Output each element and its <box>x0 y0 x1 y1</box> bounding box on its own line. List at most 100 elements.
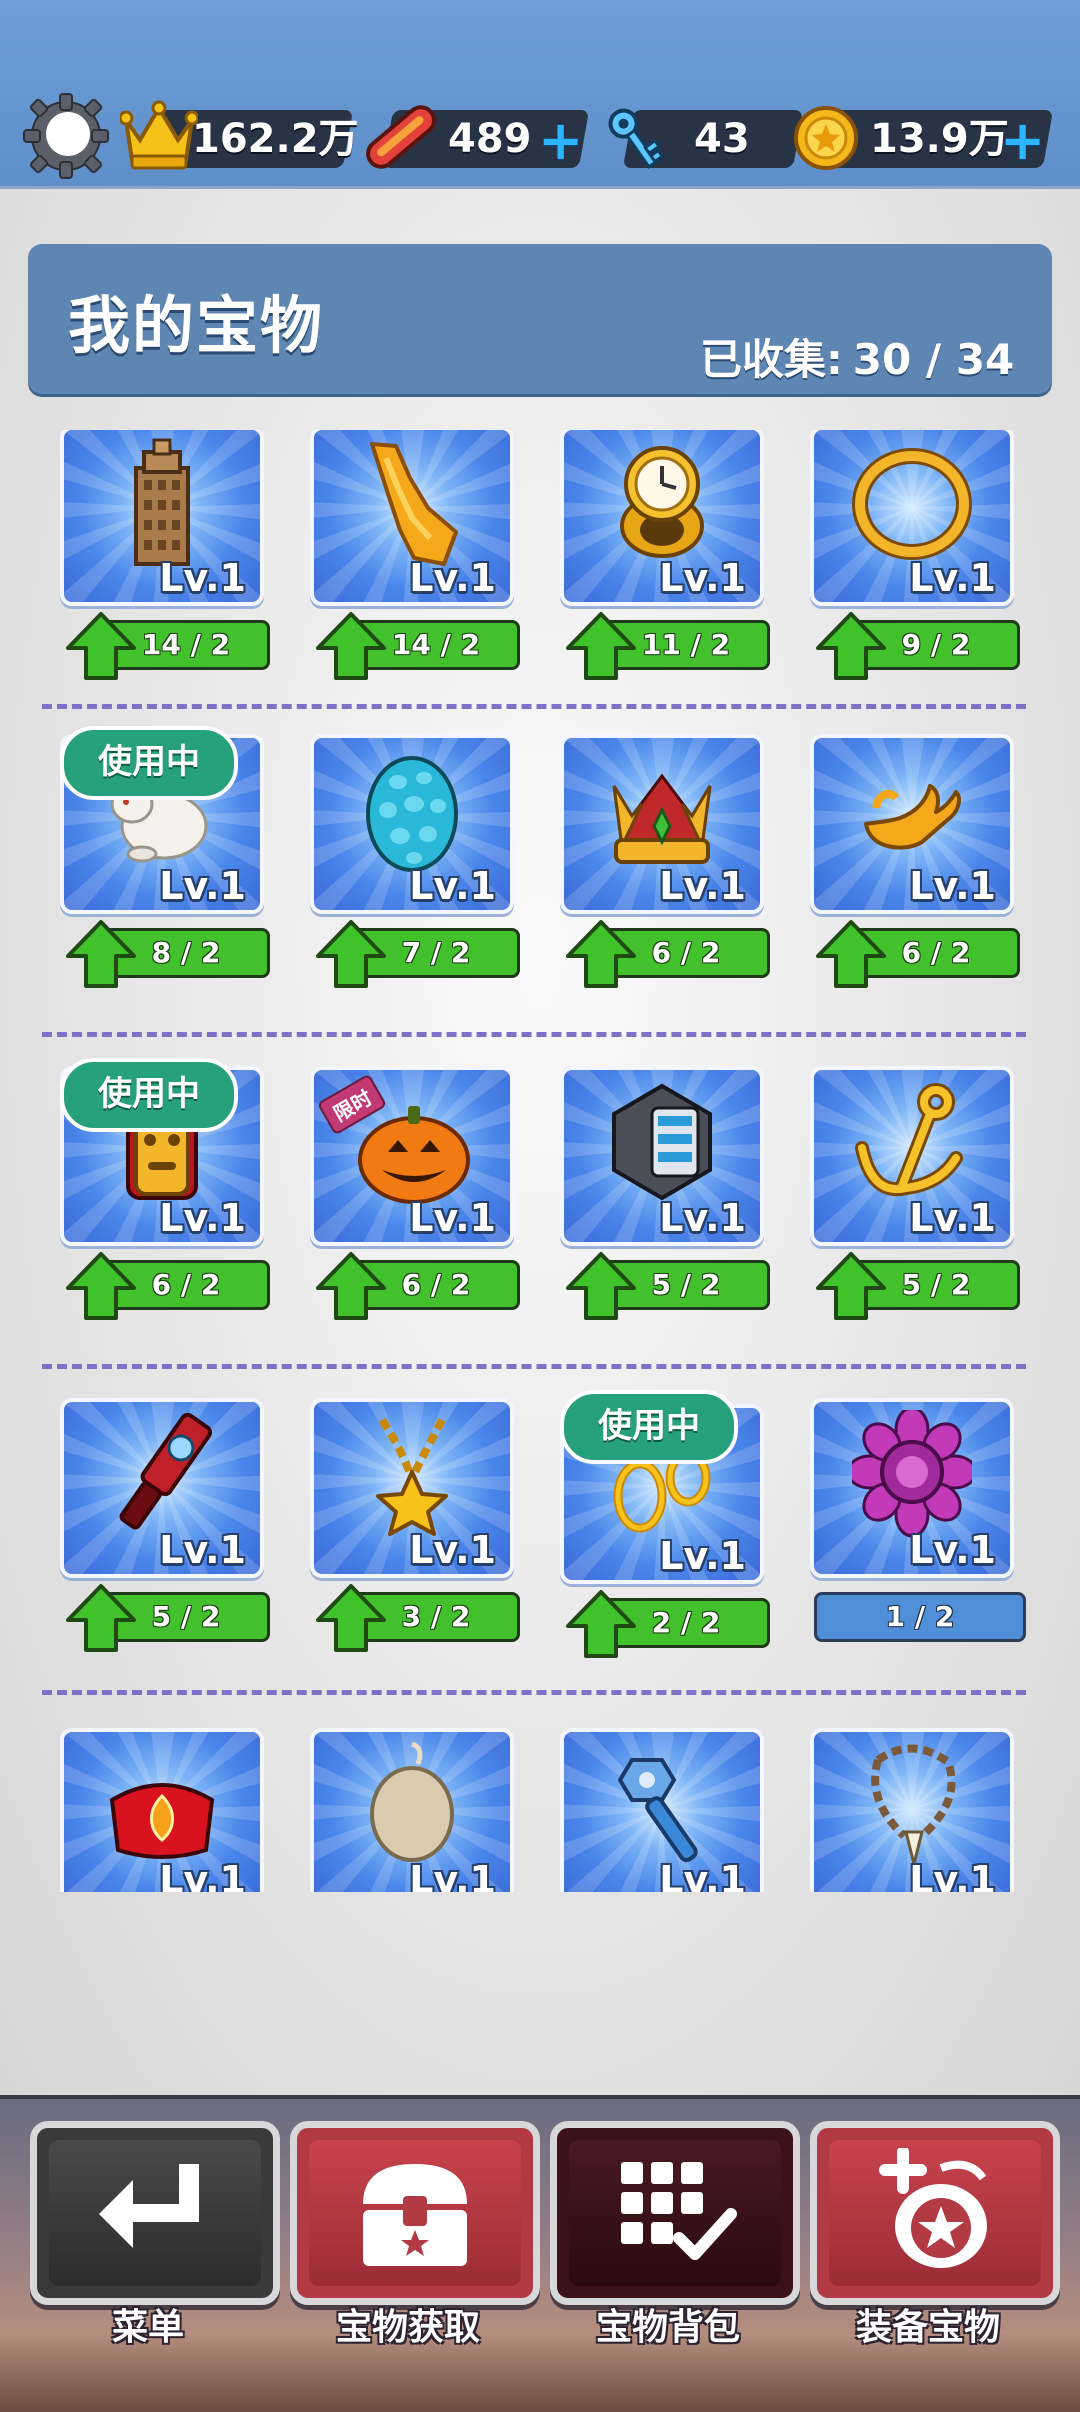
treasure-card[interactable]: Lv.1 <box>60 1398 264 1578</box>
treasure-chest-icon <box>363 2164 467 2266</box>
coin-value: 13.9万 <box>870 116 1009 162</box>
level-label: Lv.1 <box>909 1196 996 1240</box>
treasure-card[interactable]: Lv.1 <box>60 1728 264 1892</box>
treasure-cell[interactable]: Lv.1 14 / 2 <box>44 430 270 706</box>
level-label: Lv.1 <box>159 1528 246 1572</box>
anchor-icon <box>855 1083 963 1197</box>
crown-icon <box>612 773 712 864</box>
upgrade-arrow-icon[interactable] <box>564 1588 638 1660</box>
upgrade-arrow-icon[interactable] <box>64 610 138 682</box>
level-label: Lv.1 <box>659 1534 746 1578</box>
row-divider <box>42 704 1026 709</box>
level-label: Lv.1 <box>409 1528 496 1572</box>
treasure-card[interactable]: Lv.1 <box>810 1066 1014 1246</box>
treasure-cell[interactable]: Lv.1 3 / 2 <box>294 1398 520 1678</box>
upgrade-arrow-icon[interactable] <box>64 1250 138 1322</box>
hex-device-icon <box>612 1083 712 1201</box>
upgrade-arrow-icon[interactable] <box>564 1250 638 1322</box>
crown-value: 162.2万 <box>192 116 359 162</box>
tower-icon <box>134 438 190 566</box>
treasure-cell[interactable]: 限时 Lv.1 6 / 2 <box>294 1066 520 1346</box>
treasure-cell[interactable]: Lv.1 6 / 2 <box>544 734 770 1014</box>
upgrade-arrow-icon[interactable] <box>814 1250 888 1322</box>
treasure-cell[interactable]: Lv.1 <box>44 1728 264 1892</box>
crown-icon <box>120 100 198 170</box>
treasure-card[interactable]: Lv.1 <box>310 1728 514 1892</box>
treasure-cell[interactable]: Lv.1 <box>794 1728 1014 1892</box>
level-label: Lv.1 <box>159 1858 246 1892</box>
add-board-button[interactable]: + <box>538 114 583 168</box>
treasure-card[interactable]: Lv.1 <box>560 1728 764 1892</box>
row-divider <box>42 1690 1026 1695</box>
in-use-badge: 使用中 <box>60 726 238 800</box>
treasure-card[interactable]: Lv.1 <box>310 734 514 914</box>
treasure-card[interactable]: Lv.1 <box>810 1398 1014 1578</box>
treasure-cell[interactable]: Lv.1 11 / 2 <box>544 430 770 706</box>
level-label: Lv.1 <box>659 1858 746 1892</box>
level-label: Lv.1 <box>659 864 746 908</box>
upgrade-arrow-icon[interactable] <box>814 610 888 682</box>
board-value: 489 <box>448 116 532 162</box>
treasure-card[interactable]: Lv.1 <box>810 1728 1014 1892</box>
equip-treasure-label: 装备宝物 <box>855 2307 1000 2348</box>
upgrade-arrow-icon[interactable] <box>564 918 638 990</box>
upgrade-arrow-icon[interactable] <box>564 610 638 682</box>
golden-wing-icon <box>370 442 458 566</box>
ghost-spray-icon <box>119 1412 213 1530</box>
grid-check-icon <box>621 2162 737 2260</box>
level-label: Lv.1 <box>159 864 246 908</box>
tooth-necklace-icon <box>871 1744 956 1865</box>
treasure-cell[interactable]: Lv.1 <box>294 1728 514 1892</box>
treasure-cell[interactable]: Lv.1 9 / 2 <box>794 430 1020 706</box>
voodoo-doll-icon <box>370 1741 454 1862</box>
treasure-card[interactable]: Lv.1 <box>60 430 264 606</box>
upgrade-arrow-icon[interactable] <box>314 918 388 990</box>
row-divider <box>42 1032 1026 1037</box>
treasure-cell[interactable]: Lv.1 <box>544 1728 764 1892</box>
treasure-cell[interactable]: Lv.1 14 / 2 <box>294 430 520 706</box>
key-value: 43 <box>694 116 750 162</box>
treasure-card[interactable]: Lv.1 <box>810 734 1014 914</box>
treasure-card[interactable]: Lv.1 <box>810 430 1014 606</box>
treasure-card[interactable]: Lv.1 <box>310 1398 514 1578</box>
treasure-cell[interactable]: Lv.1 5 / 2 <box>544 1066 770 1346</box>
watch-ring-icon <box>620 446 704 558</box>
upgrade-arrow-icon[interactable] <box>314 1250 388 1322</box>
treasure-cell[interactable]: Lv.1 使用中 2 / 2 <box>544 1390 770 1678</box>
equip-star-icon <box>879 2148 987 2268</box>
in-use-badge: 使用中 <box>560 1390 738 1464</box>
treasure-obtain-button[interactable] <box>290 2121 540 2305</box>
level-label: Lv.1 <box>909 864 996 908</box>
level-label: Lv.1 <box>909 556 996 600</box>
treasure-bag-label: 宝物背包 <box>595 2307 740 2348</box>
treasure-cell[interactable]: Lv.1 使用中 8 / 2 <box>44 726 270 1014</box>
treasure-card[interactable]: Lv.1 <box>560 430 764 606</box>
fire-hat-icon <box>109 1783 215 1859</box>
treasure-card[interactable]: 限时 Lv.1 <box>310 1066 514 1246</box>
upgrade-arrow-icon[interactable] <box>314 610 388 682</box>
treasure-cell[interactable]: Lv.1 使用中 6 / 2 <box>44 1058 270 1346</box>
treasure-cell[interactable]: Lv.1 5 / 2 <box>44 1398 270 1678</box>
collected-counter: 已收集: 30 / 34 <box>700 326 1014 387</box>
upgrade-arrow-icon[interactable] <box>64 1582 138 1654</box>
menu-button[interactable] <box>30 2121 280 2305</box>
level-label: Lv.1 <box>409 556 496 600</box>
treasure-card[interactable]: Lv.1 <box>560 734 764 914</box>
treasure-obtain-label: 宝物获取 <box>335 2307 480 2348</box>
equip-treasure-button[interactable] <box>810 2121 1060 2305</box>
add-coin-button[interactable]: + <box>1000 114 1045 168</box>
treasure-card[interactable]: Lv.1 <box>560 1066 764 1246</box>
upgrade-arrow-icon[interactable] <box>64 918 138 990</box>
settings-gear-icon[interactable] <box>22 92 110 180</box>
treasure-cell[interactable]: Lv.1 1 / 2 <box>794 1398 1026 1678</box>
level-label: Lv.1 <box>909 1858 996 1892</box>
upgrade-arrow-icon[interactable] <box>814 918 888 990</box>
treasure-card[interactable]: Lv.1 <box>310 430 514 606</box>
treasure-cell[interactable]: Lv.1 6 / 2 <box>794 734 1020 1014</box>
level-label: Lv.1 <box>909 1528 996 1572</box>
treasure-bag-button[interactable] <box>550 2121 800 2305</box>
treasure-cell[interactable]: Lv.1 5 / 2 <box>794 1066 1020 1346</box>
upgrade-arrow-icon[interactable] <box>314 1582 388 1654</box>
level-label: Lv.1 <box>409 864 496 908</box>
treasure-cell[interactable]: Lv.1 7 / 2 <box>294 734 520 1014</box>
